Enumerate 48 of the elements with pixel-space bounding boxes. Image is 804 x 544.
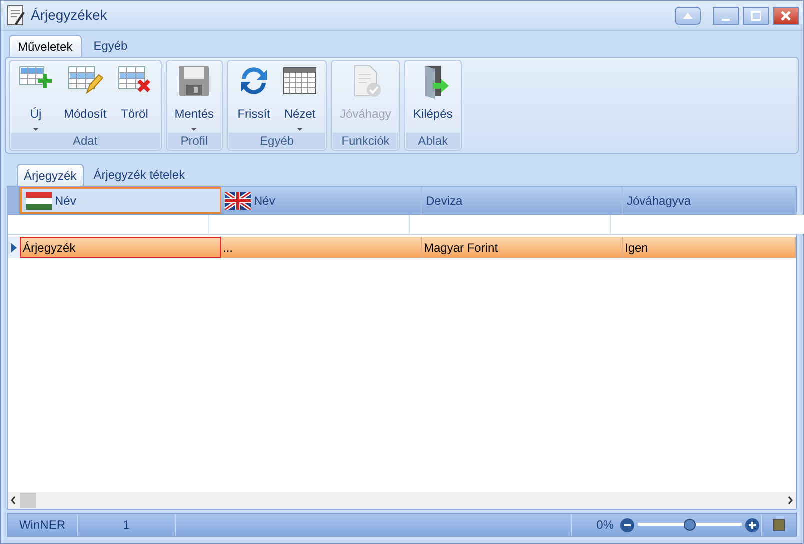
zoom-out-icon[interactable] — [620, 518, 635, 532]
status-indicator — [773, 519, 785, 531]
current-row-arrow-icon — [11, 242, 17, 252]
maximize-icon — [751, 10, 761, 20]
ribbon-button[interactable]: Mentés — [170, 63, 220, 133]
zoom-in-icon[interactable] — [745, 518, 760, 532]
ribbon-button[interactable]: Frissít — [231, 63, 278, 133]
ribbon-button[interactable]: Új — [13, 63, 59, 133]
ribbon-button[interactable]: Módosít — [59, 63, 112, 133]
hungary-flag-icon — [26, 192, 52, 210]
group-label: Funkciók — [333, 133, 398, 149]
grid-row[interactable]: Árjegyzék ... Magyar Forint Igen — [8, 237, 796, 258]
table-cell: ... — [221, 237, 422, 258]
document-tab[interactable]: Árjegyzék — [17, 164, 84, 186]
window-title: Árjegyzékek — [31, 6, 108, 25]
table-cell: Árjegyzék — [20, 237, 221, 258]
group-label: Egyéb — [229, 133, 326, 149]
ribbon-button[interactable]: Nézet — [277, 63, 324, 133]
column-header[interactable]: Jóváhagyva — [623, 187, 796, 214]
column-header[interactable]: Név — [20, 187, 221, 214]
document-pen-icon — [5, 4, 27, 28]
collapse-ribbon-button[interactable] — [675, 6, 701, 24]
status-app-name: WinNER — [8, 514, 78, 536]
column-header[interactable]: Név — [221, 187, 422, 214]
minimize-icon — [721, 18, 731, 20]
zoom-percent: 0% — [596, 517, 615, 534]
group-label: Adat — [11, 133, 160, 149]
horizontal-scrollbar[interactable] — [8, 492, 796, 509]
group-label: Profil — [168, 133, 222, 149]
column-header[interactable]: Deviza — [422, 187, 623, 214]
ribbon-button[interactable]: Töröl — [112, 63, 158, 133]
ribbon-button[interactable]: Kilépés — [408, 63, 458, 133]
table-cell: Igen — [623, 237, 796, 258]
close-button[interactable] — [773, 6, 799, 24]
table-cell: Magyar Forint — [422, 237, 623, 258]
maximize-button[interactable] — [743, 6, 769, 24]
status-record-count: 1 — [78, 514, 176, 536]
minimize-button[interactable] — [713, 6, 739, 24]
caret-up-icon — [683, 12, 693, 18]
ribbon-tab[interactable]: Egyéb — [86, 35, 136, 57]
slider-thumb[interactable] — [684, 519, 696, 531]
zoom-slider[interactable] — [638, 518, 742, 532]
scroll-thumb[interactable] — [20, 493, 36, 508]
close-icon — [781, 10, 791, 20]
ribbon-tab[interactable]: Műveletek — [9, 35, 82, 57]
document-tab[interactable]: Árjegyzék tételek — [88, 164, 192, 186]
union-jack-flag-icon — [225, 192, 251, 210]
group-label: Ablak — [406, 133, 460, 149]
